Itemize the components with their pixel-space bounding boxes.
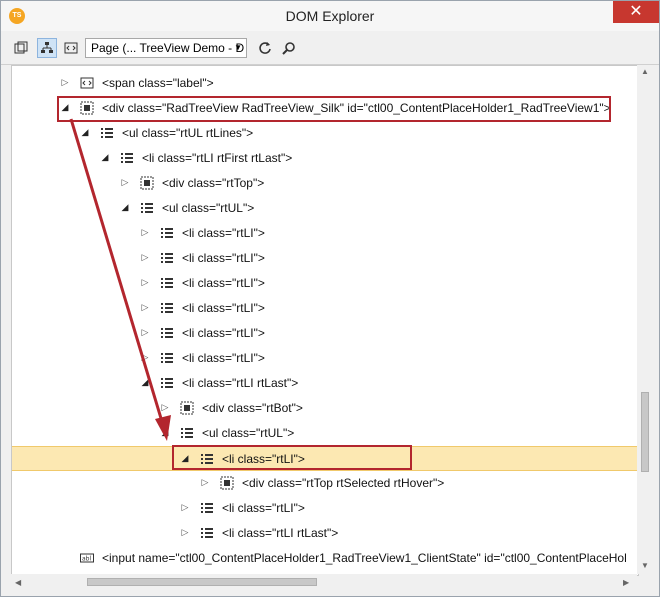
svg-text:abl: abl — [82, 556, 91, 563]
expand-toggle-icon[interactable]: ▷ — [200, 477, 210, 488]
tree-row[interactable]: ▷ <div class="rtBot"> — [12, 396, 638, 421]
refresh-icon[interactable] — [255, 38, 275, 58]
window-title: DOM Explorer — [285, 8, 375, 24]
vertical-scroll-thumb[interactable] — [641, 392, 649, 472]
tree-row[interactable]: ▷ <li class="rtLI"> — [12, 346, 638, 371]
expand-toggle-icon[interactable]: ▷ — [180, 527, 190, 538]
expand-toggle-icon[interactable]: ▷ — [140, 327, 150, 338]
tree-row-label: <li class="rtLI rtFirst rtLast"> — [142, 151, 293, 165]
expand-toggle-icon[interactable]: ▷ — [120, 177, 130, 188]
tree-row-label: <span class="label"> — [102, 76, 214, 90]
select-element-icon[interactable] — [11, 38, 31, 58]
list-icon — [160, 251, 174, 265]
tree-row[interactable]: ▷ <li class="rtLI"> — [12, 496, 638, 521]
tree-row[interactable]: ◢ <ul class="rtUL"> — [12, 421, 638, 446]
scroll-right-icon[interactable]: ▶ — [623, 578, 629, 587]
element-icon — [140, 176, 154, 190]
page-selector[interactable]: Page (... TreeView Demo - D ▼ — [85, 38, 247, 58]
tree-row-label: <input name="ctl00_ContentPlaceHolder1_R… — [102, 551, 627, 565]
chevron-down-icon: ▼ — [234, 43, 242, 52]
scroll-up-icon[interactable]: ▲ — [641, 67, 649, 76]
tree-row[interactable]: ▷ <li class="rtLI"> — [12, 296, 638, 321]
list-icon — [160, 276, 174, 290]
tree-row-label: <li class="rtLI"> — [182, 351, 265, 365]
tree-row-label: <div class="rtBot"> — [202, 401, 303, 415]
list-icon — [160, 351, 174, 365]
tree-row-label: <div class="rtTop"> — [162, 176, 265, 190]
tree-row-label: <li class="rtLI rtLast"> — [182, 376, 299, 390]
list-icon — [160, 326, 174, 340]
tree-row-label: <li class="rtLI"> — [182, 251, 265, 265]
tree-row[interactable]: ◢ <ul class="rtUL"> — [12, 196, 638, 221]
expand-toggle-icon[interactable]: ▷ — [160, 402, 170, 413]
expand-toggle-icon[interactable]: ▷ — [140, 352, 150, 363]
collapse-toggle-icon[interactable]: ◢ — [120, 202, 130, 213]
highlight-box-radtreeview — [57, 96, 611, 122]
toolbar: Page (... TreeView Demo - D ▼ — [1, 32, 659, 65]
markup-icon[interactable] — [61, 38, 81, 58]
list-icon — [200, 501, 214, 515]
horizontal-scrollbar[interactable]: ◀ ▶ — [11, 574, 637, 590]
input-icon: abl — [80, 551, 94, 565]
search-icon[interactable] — [279, 38, 299, 58]
dom-tree[interactable]: ▷ <span class="label"> ◢ <div class="RadTre… — [11, 65, 639, 576]
title-bar[interactable]: TS DOM Explorer ✕ — [1, 1, 659, 31]
element-icon — [220, 476, 234, 490]
tree-row-label: <li class="rtLI"> — [182, 301, 265, 315]
collapse-toggle-icon[interactable]: ◢ — [140, 377, 150, 388]
list-icon — [160, 301, 174, 315]
tree-row-label: <li class="rtLI"> — [182, 326, 265, 340]
tree-row-label: <ul class="rtUL rtLines"> — [122, 126, 254, 140]
tree-row[interactable]: ▷ <li class="rtLI"> — [12, 271, 638, 296]
tree-row-label: <li class="rtLI"> — [182, 226, 265, 240]
highlight-box-selected-li — [172, 445, 412, 470]
list-icon — [120, 151, 134, 165]
markup-icon — [80, 76, 94, 90]
tree-row-label: <li class="rtLI"> — [182, 276, 265, 290]
tree-row-label: <li class="rtLI"> — [222, 501, 305, 515]
tree-row[interactable]: ▷ <li class="rtLI rtLast"> — [12, 521, 638, 546]
tree-row[interactable]: ▷ <li class="rtLI"> — [12, 321, 638, 346]
scroll-left-icon[interactable]: ◀ — [15, 578, 21, 587]
tree-view-icon[interactable] — [37, 38, 57, 58]
expand-toggle-icon[interactable]: ▷ — [140, 277, 150, 288]
expand-toggle-icon[interactable]: ▷ — [140, 252, 150, 263]
tree-row[interactable]: ◢ <li class="rtLI rtFirst rtLast"> — [12, 146, 638, 171]
expand-toggle-icon[interactable]: ▷ — [60, 77, 70, 88]
tree-row[interactable]: ▷ <li class="rtLI"> — [12, 246, 638, 271]
dom-explorer-window: TS DOM Explorer ✕ Page (... TreeView Dem… — [0, 0, 660, 597]
list-icon — [140, 201, 154, 215]
tree-row[interactable]: abl <input name="ctl00_ContentPlaceHolder… — [12, 546, 638, 571]
vertical-scrollbar[interactable]: ▲ ▼ — [637, 65, 653, 574]
tree-row[interactable]: ◢ <ul class="rtUL rtLines"> — [12, 121, 638, 146]
close-button[interactable]: ✕ — [613, 1, 659, 23]
tree-row[interactable]: ▷ <div class="rtTop rtSelected rtHover"> — [12, 471, 638, 496]
tree-row[interactable]: ▷ <span class="label"> — [12, 71, 638, 96]
list-icon — [160, 226, 174, 240]
tree-row-label: <li class="rtLI rtLast"> — [222, 526, 339, 540]
tree-row-label: <div class="rtTop rtSelected rtHover"> — [242, 476, 445, 490]
list-icon — [100, 126, 114, 140]
expand-toggle-icon[interactable]: ▷ — [180, 502, 190, 513]
collapse-toggle-icon[interactable]: ◢ — [80, 127, 90, 138]
tree-row-label: <ul class="rtUL"> — [162, 201, 255, 215]
list-icon — [180, 426, 194, 440]
horizontal-scroll-thumb[interactable] — [87, 578, 317, 586]
collapse-toggle-icon[interactable]: ◢ — [160, 427, 170, 438]
tree-row[interactable]: ▷ <li class="rtLI"> — [12, 221, 638, 246]
tree-row[interactable]: ◢ <li class="rtLI rtLast"> — [12, 371, 638, 396]
element-icon — [180, 401, 194, 415]
expand-toggle-icon[interactable]: ▷ — [140, 302, 150, 313]
expand-toggle-icon[interactable]: ▷ — [140, 227, 150, 238]
tree-row-label: <ul class="rtUL"> — [202, 426, 295, 440]
collapse-toggle-icon[interactable]: ◢ — [100, 152, 110, 163]
page-selector-value: Page (... TreeView Demo - D — [91, 41, 245, 55]
scroll-down-icon[interactable]: ▼ — [641, 561, 649, 570]
list-icon — [160, 376, 174, 390]
list-icon — [200, 526, 214, 540]
tree-row[interactable]: ▷ <div class="rtTop"> — [12, 171, 638, 196]
